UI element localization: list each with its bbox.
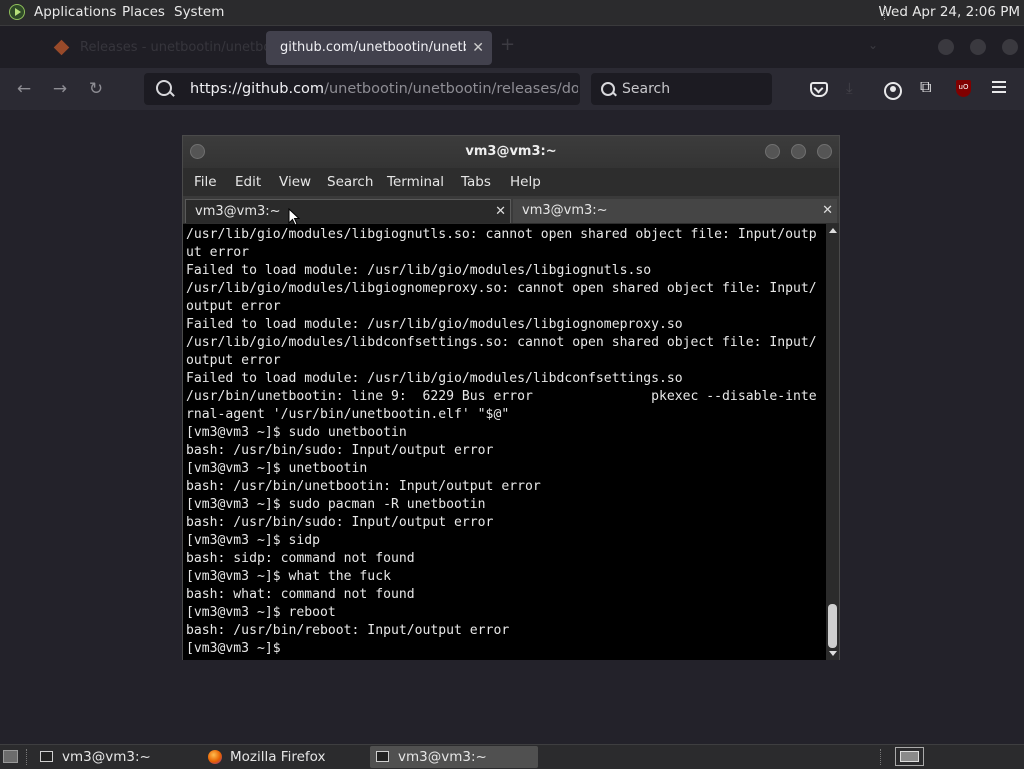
account-icon[interactable] <box>884 82 902 100</box>
distro-logo-icon[interactable] <box>9 4 25 20</box>
terminal-line: bash: /usr/bin/unetbootin: Input/output … <box>186 479 541 494</box>
terminal-line: [vm3@vm3 ~]$ unetbootin <box>186 461 368 476</box>
workspace-switcher[interactable] <box>895 747 924 766</box>
menu-icon[interactable] <box>992 81 1006 93</box>
terminal-line: bash: what: command not found <box>186 587 415 602</box>
list-tabs-icon[interactable]: ⌄ <box>868 38 878 52</box>
close-tab-icon[interactable]: ✕ <box>822 199 833 223</box>
menu-tabs[interactable]: Tabs <box>461 174 491 190</box>
firefox-tab-title: Releases - unetbootin/unetbootin <box>80 40 297 55</box>
tab-label: vm3@vm3:~ <box>195 204 281 219</box>
taskbar-separator <box>26 749 29 765</box>
terminal-line: bash: /usr/bin/sudo: Input/output error <box>186 515 494 530</box>
pocket-icon[interactable] <box>810 82 828 97</box>
terminal-output[interactable]: /usr/lib/gio/modules/libgiognutls.so: ca… <box>183 224 826 660</box>
back-icon[interactable]: ← <box>12 77 36 101</box>
terminal-tab-1[interactable]: vm3@vm3:~ ✕ <box>185 199 511 223</box>
terminal-line: [vm3@vm3 ~]$ sidp <box>186 533 321 548</box>
top-panel: Applications Places System Wed Apr 24, 2… <box>0 0 1024 26</box>
terminal-line: /usr/bin/unetbootin: line 9: 6229 Bus er… <box>186 389 817 404</box>
taskbar-item-label: vm3@vm3:~ <box>62 749 151 765</box>
terminal-menu-bar: File Edit View Search Terminal Tabs Help <box>183 168 839 196</box>
applications-menu[interactable]: Applications <box>34 4 116 20</box>
close-tab-icon[interactable]: ✕ <box>472 31 484 65</box>
window-menu-icon[interactable] <box>190 144 205 159</box>
terminal-line: bash: sidp: command not found <box>186 551 415 566</box>
terminal-title-bar[interactable]: vm3@vm3:~ <box>183 136 839 168</box>
window-title: vm3@vm3:~ <box>465 144 557 159</box>
terminal-tab-2[interactable]: vm3@vm3:~ ✕ <box>513 199 837 223</box>
terminal-line: Failed to load module: /usr/lib/gio/modu… <box>186 317 683 332</box>
close-icon[interactable] <box>817 144 832 159</box>
terminal-line: [vm3@vm3 ~]$ what the fuck <box>186 569 391 584</box>
taskbar-item-firefox[interactable]: Mozilla Firefox <box>202 746 366 768</box>
terminal-window: vm3@vm3:~ File Edit View Search Terminal… <box>182 135 840 660</box>
scrollbar-thumb[interactable] <box>828 604 837 648</box>
tab-label: vm3@vm3:~ <box>522 203 608 218</box>
menu-help[interactable]: Help <box>510 174 541 190</box>
firefox-tab-releases[interactable]: Releases - unetbootin/unetbootin <box>40 34 296 62</box>
system-menu[interactable]: System <box>174 4 224 20</box>
terminal-scrollbar[interactable] <box>826 224 839 660</box>
taskbar-item-terminal-2[interactable]: vm3@vm3:~ <box>370 746 538 768</box>
terminal-line: Failed to load module: /usr/lib/gio/modu… <box>186 263 652 278</box>
terminal-line: [vm3@vm3 ~]$ reboot <box>186 605 336 620</box>
github-favicon-icon <box>53 39 70 56</box>
terminal-tab-bar: vm3@vm3:~ ✕ vm3@vm3:~ ✕ <box>183 196 839 223</box>
taskbar-item-label: Mozilla Firefox <box>230 749 326 765</box>
clock[interactable]: Wed Apr 24, 2:06 PM <box>878 4 1020 20</box>
firefox-tab-title: github.com/unetbootin/unetbootin <box>280 40 466 55</box>
menu-search[interactable]: Search <box>327 174 373 190</box>
terminal-icon <box>40 751 53 762</box>
close-tab-icon[interactable]: ✕ <box>495 200 506 224</box>
taskbar: vm3@vm3:~ Mozilla Firefox vm3@vm3:~ <box>0 744 1024 769</box>
terminal-line: ut error <box>186 245 250 260</box>
show-desktop-icon[interactable] <box>3 750 18 763</box>
search-icon <box>601 82 615 96</box>
firefox-nav-bar: ← → ↻ https://github.com/unetbootin/unet… <box>0 68 1024 110</box>
extensions-icon[interactable]: ⧉ <box>920 77 940 97</box>
firefox-icon <box>208 750 222 764</box>
maximize-icon[interactable] <box>791 144 806 159</box>
forward-icon[interactable]: → <box>48 77 72 101</box>
close-window-icon[interactable] <box>1002 39 1018 55</box>
scroll-up-icon[interactable] <box>829 228 837 233</box>
search-input[interactable]: Search <box>591 73 772 105</box>
terminal-line: /usr/lib/gio/modules/libgiognomeproxy.so… <box>186 281 817 296</box>
terminal-line: [vm3@vm3 ~]$ sudo unetbootin <box>186 425 407 440</box>
new-tab-icon[interactable]: + <box>500 34 515 55</box>
menu-file[interactable]: File <box>194 174 217 190</box>
reload-icon[interactable]: ↻ <box>84 77 108 101</box>
minimize-icon[interactable] <box>765 144 780 159</box>
menu-terminal[interactable]: Terminal <box>387 174 444 190</box>
terminal-icon <box>376 751 389 762</box>
terminal-line: Failed to load module: /usr/lib/gio/modu… <box>186 371 683 386</box>
search-placeholder: Search <box>622 81 671 97</box>
firefox-tab-bar: Releases - unetbootin/unetbootin github.… <box>0 26 1024 68</box>
maximize-window-icon[interactable] <box>970 39 986 55</box>
terminal-line: output error <box>186 299 281 314</box>
url-bar[interactable]: https://github.com/unetbootin/unetbootin… <box>144 73 580 105</box>
terminal-line: [vm3@vm3 ~]$ sudo pacman -R unetbootin <box>186 497 486 512</box>
downloads-icon[interactable]: ⤓ <box>846 79 866 99</box>
terminal-line: /usr/lib/gio/modules/libgiognutls.so: ca… <box>186 227 817 242</box>
taskbar-separator <box>880 749 883 765</box>
terminal-line: bash: /usr/bin/sudo: Input/output error <box>186 443 494 458</box>
menu-view[interactable]: View <box>279 174 311 190</box>
minimize-window-icon[interactable] <box>938 39 954 55</box>
ublock-origin-icon[interactable]: uO <box>956 80 971 97</box>
places-menu[interactable]: Places <box>122 4 165 20</box>
terminal-line: rnal-agent '/usr/bin/unetbootin.elf' "$@… <box>186 407 510 422</box>
url-text[interactable]: https://github.com/unetbootin/unetbootin… <box>190 73 578 105</box>
menu-edit[interactable]: Edit <box>235 174 261 190</box>
taskbar-item-label: vm3@vm3:~ <box>398 749 487 765</box>
search-icon <box>156 80 172 96</box>
taskbar-item-terminal-1[interactable]: vm3@vm3:~ <box>34 746 196 768</box>
scroll-down-icon[interactable] <box>829 651 837 656</box>
terminal-line: output error <box>186 353 281 368</box>
firefox-tab-download[interactable]: github.com/unetbootin/unetbootin ✕ <box>266 31 492 65</box>
terminal-line: /usr/lib/gio/modules/libdconfsettings.so… <box>186 335 817 350</box>
terminal-line: bash: /usr/bin/reboot: Input/output erro… <box>186 623 510 638</box>
terminal-line: [vm3@vm3 ~]$ <box>186 641 281 656</box>
